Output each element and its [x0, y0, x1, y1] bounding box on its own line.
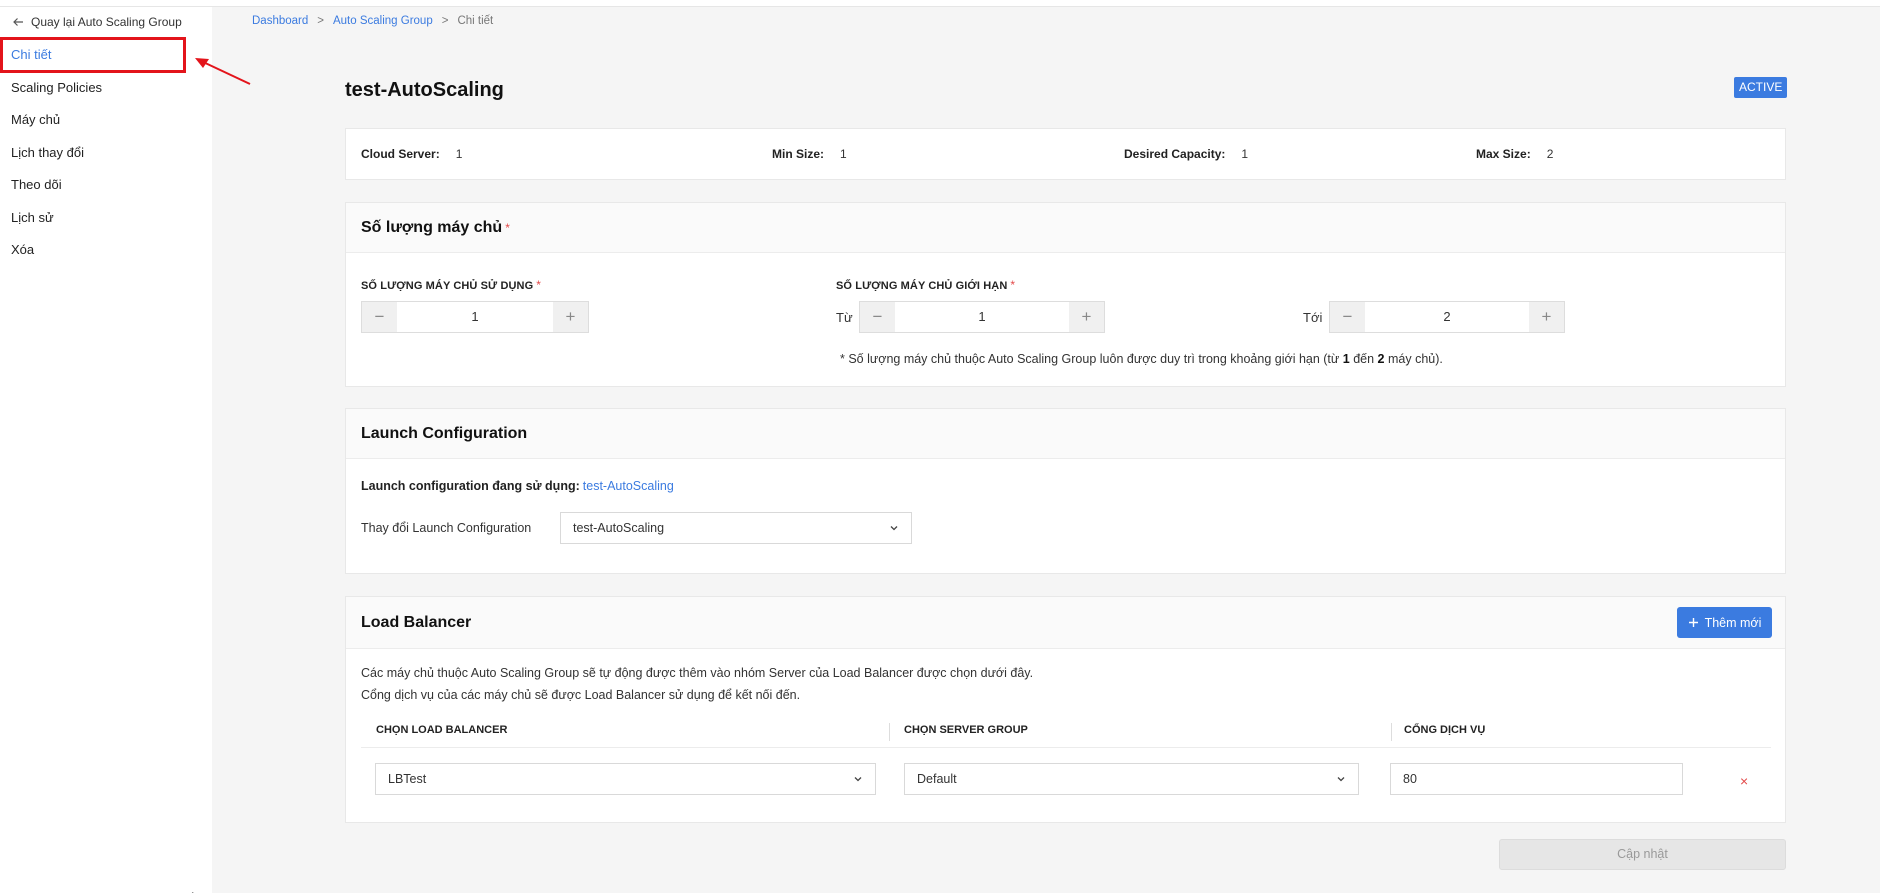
- to-value[interactable]: 2: [1365, 302, 1529, 332]
- column-header-load-balancer: CHỌN LOAD BALANCER: [376, 724, 508, 736]
- close-icon[interactable]: ×: [1740, 773, 1748, 789]
- plus-icon: [1688, 618, 1698, 627]
- breadcrumb: Dashboard > Auto Scaling Group > Chi tiế…: [252, 15, 493, 27]
- sidebar-item-scaling-policies[interactable]: Scaling Policies: [0, 72, 212, 105]
- arrow-left-icon: [13, 18, 23, 26]
- top-bar: [0, 0, 1880, 7]
- update-button[interactable]: Cập nhật: [1499, 839, 1786, 870]
- sidebar-item-lich-thay-doi[interactable]: Lịch thay đổi: [0, 137, 212, 170]
- sidebar-nav: Chi tiết Scaling Policies Máy chủ Lịch t…: [0, 39, 212, 267]
- summary-max-size: Max Size: 2: [1476, 147, 1553, 161]
- note-to: 2: [1377, 352, 1385, 366]
- summary-cloud-server-label: Cloud Server:: [361, 147, 440, 161]
- plus-icon[interactable]: +: [1069, 302, 1104, 332]
- launch-config-using-link[interactable]: test-AutoScaling: [583, 479, 674, 493]
- launch-config-using: Launch configuration đang sử dụng: test-A…: [361, 479, 674, 493]
- server-group-select[interactable]: Default: [904, 763, 1359, 795]
- note-mid: đến: [1353, 352, 1375, 366]
- add-load-balancer-button[interactable]: Thêm mới: [1677, 607, 1772, 638]
- required-mark: *: [536, 278, 542, 292]
- launch-config-using-label: Launch configuration đang sử dụng:: [361, 479, 580, 493]
- launch-config-select[interactable]: test-AutoScaling: [560, 512, 912, 544]
- back-link[interactable]: Quay lại Auto Scaling Group: [12, 15, 182, 29]
- summary-desired-value: 1: [1241, 147, 1249, 161]
- load-balancer-title: Load Balancer: [361, 613, 472, 631]
- limit-servers-label: SỐ LƯỢNG MÁY CHỦ GIỚI HẠN *: [836, 278, 1015, 292]
- launch-config-change-label: Thay đổi Launch Configuration: [361, 521, 532, 535]
- load-balancer-desc-2: Cổng dịch vụ của các máy chủ sẽ được Loa…: [361, 688, 801, 702]
- annotation-highlight-box: [0, 37, 186, 73]
- server-quantity-header: Số lượng máy chủ *: [346, 203, 1785, 253]
- add-button-label: Thêm mới: [1704, 615, 1762, 630]
- minus-icon[interactable]: −: [860, 302, 895, 332]
- sidebar-item-xoa[interactable]: Xóa: [0, 234, 212, 267]
- load-balancer-desc-1: Các máy chủ thuộc Auto Scaling Group sẽ …: [361, 666, 1034, 680]
- launch-config-title: Launch Configuration: [361, 424, 528, 442]
- plus-icon[interactable]: +: [553, 302, 588, 332]
- load-balancer-selected: LBTest: [388, 772, 427, 786]
- load-balancer-select[interactable]: LBTest: [375, 763, 876, 795]
- to-label: Tới: [1303, 310, 1323, 325]
- chevron-down-icon: [854, 777, 862, 782]
- breadcrumb-current: Chi tiết: [457, 15, 494, 27]
- load-balancer-card: Load Balancer Thêm mới Các máy chủ thuộc…: [345, 596, 1786, 823]
- sidebar-collapse-icon[interactable]: ‹: [190, 887, 194, 893]
- used-servers-stepper: − 1 +: [361, 301, 589, 333]
- limit-servers-label-text: SỐ LƯỢNG MÁY CHỦ GIỚI HẠN: [836, 280, 1008, 292]
- note-prefix: * Số lượng máy chủ thuộc Auto Scaling Gr…: [840, 352, 1340, 366]
- used-servers-label: SỐ LƯỢNG MÁY CHỦ SỬ DỤNG *: [361, 278, 541, 292]
- note-suffix: máy chủ).: [1387, 352, 1443, 366]
- server-quantity-card: Số lượng máy chủ * SỐ LƯỢNG MÁY CHỦ SỬ DỤ…: [345, 202, 1786, 387]
- load-balancer-header: Load Balancer: [346, 597, 1785, 649]
- service-port-input[interactable]: 80: [1390, 763, 1683, 795]
- minus-icon[interactable]: −: [1330, 302, 1365, 332]
- launch-config-header: Launch Configuration: [346, 409, 1785, 459]
- summary-card: Cloud Server: 1 Min Size: 1 Desired Capaci…: [345, 128, 1786, 180]
- summary-max-size-label: Max Size:: [1476, 147, 1531, 161]
- chevron-down-icon: [1337, 777, 1345, 782]
- page-title: test-AutoScaling: [345, 79, 504, 101]
- summary-cloud-server-value: 1: [455, 147, 463, 161]
- summary-min-size-value: 1: [840, 147, 847, 161]
- from-stepper: − 1 +: [859, 301, 1105, 333]
- required-mark: *: [505, 220, 510, 235]
- sidebar-item-theo-doi[interactable]: Theo dõi: [0, 169, 212, 202]
- note-from: 1: [1342, 352, 1350, 366]
- breadcrumb-separator: >: [441, 15, 449, 27]
- column-divider: [889, 723, 890, 741]
- server-quantity-title: Số lượng máy chủ: [361, 218, 503, 236]
- summary-cloud-server: Cloud Server: 1: [361, 147, 462, 161]
- summary-max-size-value: 2: [1546, 147, 1554, 161]
- breadcrumb-dashboard[interactable]: Dashboard: [252, 15, 308, 27]
- used-servers-value[interactable]: 1: [397, 302, 553, 332]
- launch-config-selected: test-AutoScaling: [573, 521, 665, 535]
- chevron-down-icon: [890, 526, 898, 531]
- used-servers-label-text: SỐ LƯỢNG MÁY CHỦ SỬ DỤNG: [361, 280, 534, 292]
- sidebar: Quay lại Auto Scaling Group Chi tiết Sca…: [0, 7, 212, 893]
- sidebar-item-may-chu[interactable]: Máy chủ: [0, 104, 212, 137]
- plus-icon[interactable]: +: [1529, 302, 1564, 332]
- summary-desired-capacity: Desired Capacity: 1: [1124, 147, 1248, 161]
- required-mark: *: [1010, 278, 1016, 292]
- summary-desired-label: Desired Capacity:: [1124, 147, 1226, 161]
- launch-config-card: Launch Configuration Launch configuratio…: [345, 408, 1786, 574]
- minus-icon[interactable]: −: [362, 302, 397, 332]
- summary-min-size-label: Min Size:: [772, 147, 825, 161]
- from-value[interactable]: 1: [895, 302, 1069, 332]
- breadcrumb-auto-scaling-group[interactable]: Auto Scaling Group: [333, 15, 433, 27]
- summary-min-size: Min Size: 1: [772, 147, 847, 161]
- from-label: Từ: [836, 310, 853, 325]
- limit-note: * Số lượng máy chủ thuộc Auto Scaling Gr…: [840, 352, 1443, 366]
- status-badge: ACTIVE: [1734, 77, 1788, 98]
- column-divider: [1391, 723, 1392, 741]
- sidebar-item-lich-su[interactable]: Lịch sử: [0, 202, 212, 235]
- breadcrumb-separator: >: [317, 15, 324, 27]
- back-link-label: Quay lại Auto Scaling Group: [31, 15, 182, 29]
- annotation-arrow-icon: [195, 58, 251, 85]
- server-group-selected: Default: [917, 772, 957, 786]
- load-balancer-table-header: CHỌN LOAD BALANCER CHỌN SERVER GROUP CỔN…: [361, 718, 1771, 748]
- column-header-server-group: CHỌN SERVER GROUP: [904, 724, 1028, 736]
- to-stepper: − 2 +: [1329, 301, 1565, 333]
- column-header-port: CỔNG DỊCH VỤ: [1404, 724, 1486, 736]
